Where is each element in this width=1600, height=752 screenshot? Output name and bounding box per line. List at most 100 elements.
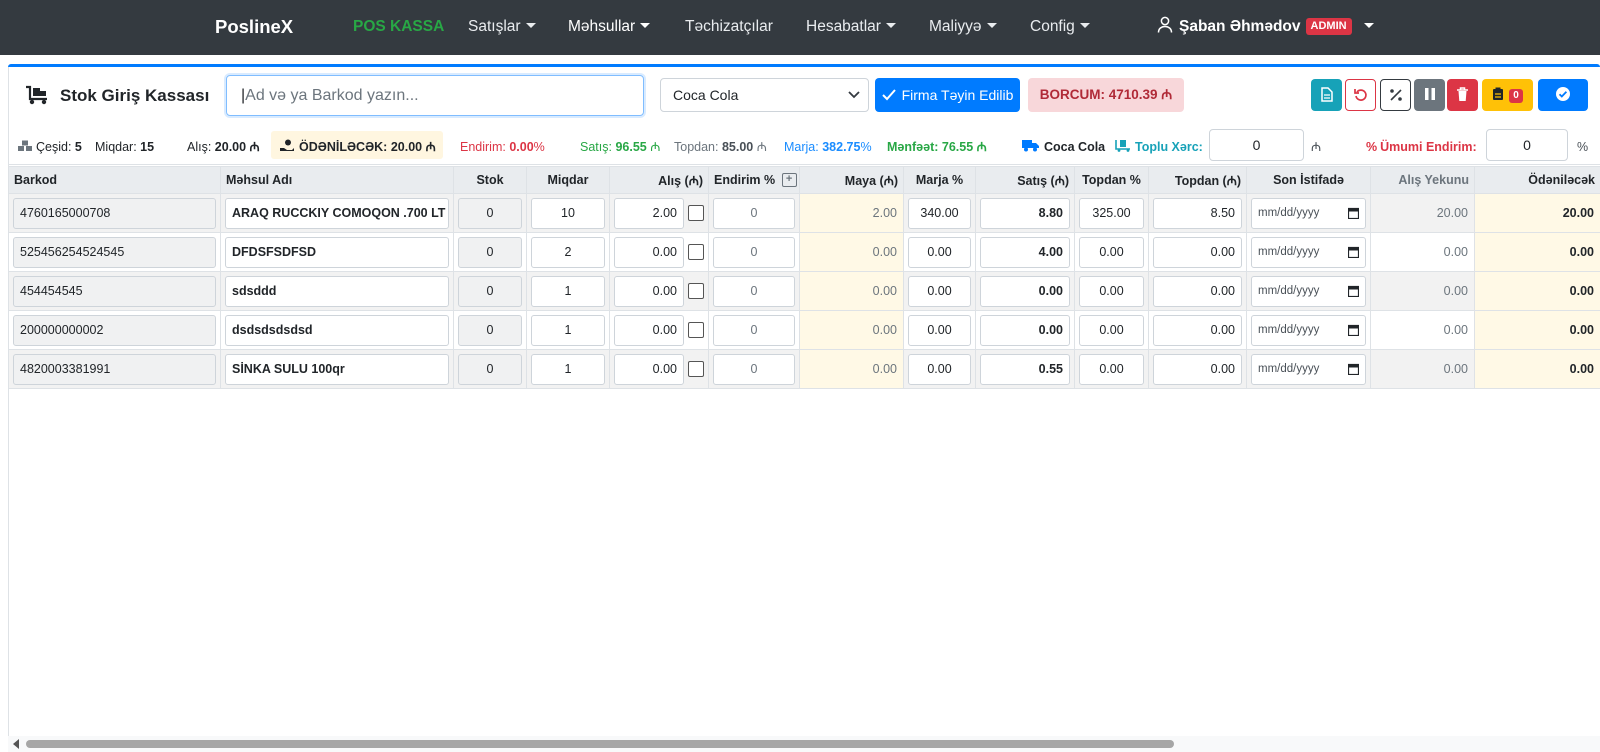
miqdar-input[interactable]: 2: [531, 236, 605, 268]
barkod-field[interactable]: 454454545: [13, 275, 216, 307]
son-istifade-date-input[interactable]: mm/dd/yyyy: [1251, 197, 1366, 229]
topdan-input[interactable]: 0.00: [1153, 275, 1242, 307]
son-istifade-date-input[interactable]: mm/dd/yyyy: [1251, 275, 1366, 307]
umumi-unit: %: [1577, 140, 1589, 154]
satis-input[interactable]: 4.00: [980, 236, 1070, 268]
product-name-field[interactable]: DFDSFSDFSD: [225, 236, 449, 268]
calendar-icon[interactable]: [1348, 207, 1359, 219]
table-row: 525456254524545 DFDSFSDFSD 0 2 0.00 0 0.00 0.00…: [8, 232, 1600, 272]
marja-input[interactable]: 0.00: [908, 314, 971, 346]
check-circle-icon: [1556, 87, 1570, 101]
stat-satis: Satış: 96.55 ₼: [580, 139, 660, 155]
alis-checkbox[interactable]: [688, 322, 704, 338]
calendar-icon[interactable]: [1348, 285, 1359, 297]
nav-pos-kassa[interactable]: POS KASSA: [353, 0, 444, 55]
document-button[interactable]: [1311, 79, 1342, 111]
supplier-select[interactable]: Coca Cola: [660, 78, 869, 112]
alis-label: Alış:: [187, 140, 212, 154]
nav-satislar-label: Satışlar: [468, 18, 521, 35]
scrollbar-thumb[interactable]: [26, 740, 1174, 748]
held-orders-button[interactable]: 0: [1482, 79, 1533, 111]
calendar-icon[interactable]: [1348, 324, 1359, 336]
percent-button[interactable]: [1380, 79, 1411, 111]
odenilecek-value: 0.00: [1474, 232, 1600, 272]
barkod-field[interactable]: 200000000002: [13, 314, 216, 346]
reset-button[interactable]: [1345, 79, 1376, 111]
product-name-field[interactable]: dsdsdsdsdsd: [225, 314, 449, 346]
miqdar-input[interactable]: 10: [531, 197, 605, 229]
topdan-pct-input[interactable]: 0.00: [1079, 236, 1144, 268]
page-title: Stok Giriş Kassası: [60, 86, 210, 105]
alis-input[interactable]: 2.00: [614, 197, 684, 229]
marja-input[interactable]: 340.00: [908, 197, 971, 229]
alis-checkbox[interactable]: [688, 361, 704, 377]
alis-yekunu-value: 20.00: [1370, 193, 1475, 233]
alis-checkbox[interactable]: [688, 244, 704, 260]
caret-down-icon: [1363, 23, 1374, 28]
stok-field: 0: [458, 275, 522, 307]
col-odenilecek: Ödəniləcək: [1474, 166, 1600, 194]
satis-input[interactable]: 0.00: [980, 275, 1070, 307]
topdan-input[interactable]: 0.00: [1153, 314, 1242, 346]
topdan-input[interactable]: 0.00: [1153, 353, 1242, 385]
alis-input[interactable]: 0.00: [614, 314, 684, 346]
alis-input[interactable]: 0.00: [614, 353, 684, 385]
barcode-search-input[interactable]: |Ad və ya Barkod yazın...: [226, 75, 644, 116]
nav-satislar[interactable]: Satışlar: [468, 0, 536, 55]
satis-input[interactable]: 8.80: [980, 197, 1070, 229]
satis-input[interactable]: 0.00: [980, 314, 1070, 346]
product-name-field[interactable]: ARAQ RUCCKIY COMOQON .700 LT: [225, 197, 449, 229]
nav-maliyye[interactable]: Maliyyə: [929, 0, 997, 55]
alis-input[interactable]: 0.00: [614, 236, 684, 268]
nav-mehsullar[interactable]: Məhsullar: [568, 0, 651, 55]
son-istifade-date-input[interactable]: mm/dd/yyyy: [1251, 236, 1366, 268]
topdan-value: 85.00: [721, 140, 754, 154]
marja-input[interactable]: 0.00: [908, 275, 971, 307]
barkod-field[interactable]: 4820003381991: [13, 353, 216, 385]
topdan-pct-input[interactable]: 0.00: [1079, 275, 1144, 307]
marja-input[interactable]: 0.00: [908, 353, 971, 385]
miqdar-input[interactable]: 1: [531, 275, 605, 307]
date-placeholder: mm/dd/yyyy: [1258, 323, 1320, 336]
endirim-input[interactable]: 0: [713, 275, 795, 307]
topdan-pct-input[interactable]: 0.00: [1079, 314, 1144, 346]
miqdar-label: Miqdar:: [95, 140, 137, 154]
calendar-icon[interactable]: [1348, 363, 1359, 375]
topdan-input[interactable]: 0.00: [1153, 236, 1242, 268]
product-name-field[interactable]: sdsddd: [225, 275, 449, 307]
topdan-input[interactable]: 8.50: [1153, 197, 1242, 229]
topdan-pct-input[interactable]: 325.00: [1079, 197, 1144, 229]
delete-button[interactable]: [1447, 79, 1478, 111]
alis-checkbox[interactable]: [688, 205, 704, 221]
topdan-pct-input[interactable]: 0.00: [1079, 353, 1144, 385]
alis-input[interactable]: 0.00: [614, 275, 684, 307]
nav-config[interactable]: Config: [1030, 0, 1090, 55]
endirim-input[interactable]: 0: [713, 236, 795, 268]
miqdar-input[interactable]: 1: [531, 314, 605, 346]
plus-icon[interactable]: +: [781, 173, 797, 188]
product-name-field[interactable]: SİNKA SULU 100qr: [225, 353, 449, 385]
calendar-icon[interactable]: [1348, 246, 1359, 258]
son-istifade-date-input[interactable]: mm/dd/yyyy: [1251, 314, 1366, 346]
firma-assigned-button[interactable]: Firma Təyin Edilib: [875, 78, 1020, 112]
toplu-xerc-input[interactable]: 0: [1209, 129, 1304, 161]
complete-button[interactable]: [1538, 79, 1588, 111]
nav-techizatcilar[interactable]: Təchizatçılar: [685, 0, 773, 55]
pause-button[interactable]: [1414, 79, 1445, 111]
nav-hesabatlar[interactable]: Hesabatlar: [806, 0, 896, 55]
endirim-input[interactable]: 0: [713, 197, 795, 229]
umumi-endirim-input[interactable]: 0: [1486, 129, 1568, 161]
col-topdan-pct: Topdan %: [1074, 166, 1149, 194]
marja-input[interactable]: 0.00: [908, 236, 971, 268]
scroll-left-arrow-icon[interactable]: [11, 738, 21, 750]
barkod-field[interactable]: 525456254524545: [13, 236, 216, 268]
miqdar-input[interactable]: 1: [531, 353, 605, 385]
endirim-input[interactable]: 0: [713, 314, 795, 346]
son-istifade-date-input[interactable]: mm/dd/yyyy: [1251, 353, 1366, 385]
barkod-field[interactable]: 4760165000708: [13, 197, 216, 229]
satis-input[interactable]: 0.55: [980, 353, 1070, 385]
brand-logo[interactable]: PoslineX: [215, 0, 293, 55]
alis-checkbox[interactable]: [688, 283, 704, 299]
endirim-input[interactable]: 0: [713, 353, 795, 385]
user-menu[interactable]: Şaban Əhmədov ADMIN: [1157, 0, 1374, 55]
